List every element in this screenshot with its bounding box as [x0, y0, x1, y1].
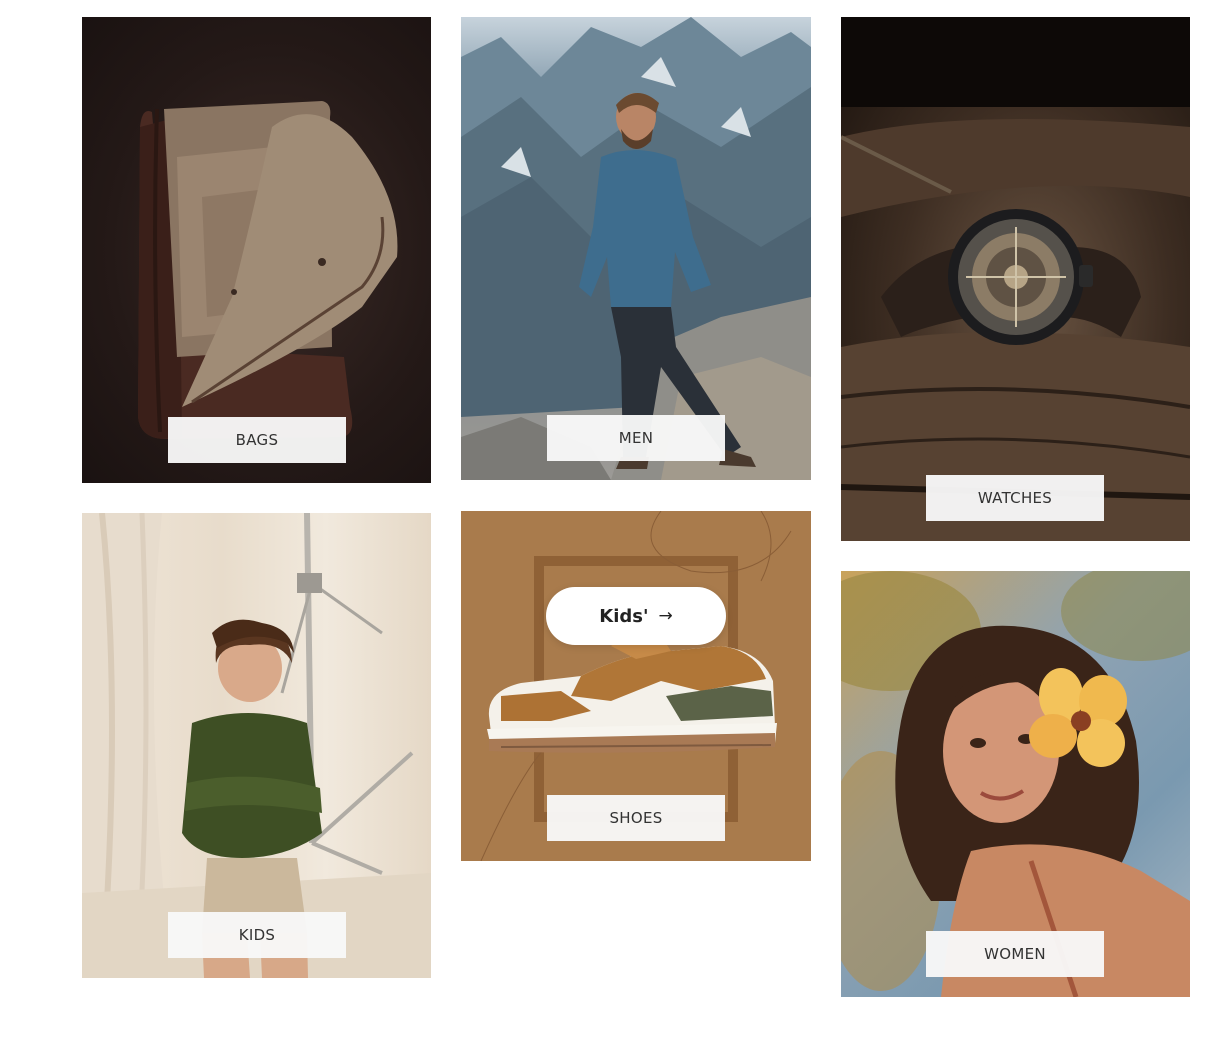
category-label-bags[interactable]: BAGS [168, 417, 346, 463]
category-card-men[interactable]: MEN [461, 17, 811, 480]
category-label-kids[interactable]: KIDS [168, 912, 346, 958]
kids-image [82, 513, 431, 978]
kids-shoes-pill-button[interactable]: Kids' → [546, 587, 726, 645]
men-image [461, 17, 811, 480]
category-card-watches[interactable]: WATCHES [841, 17, 1190, 541]
category-label-watches[interactable]: WATCHES [926, 475, 1104, 521]
category-label-men[interactable]: MEN [547, 415, 725, 461]
arrow-right-icon: → [658, 606, 673, 626]
category-card-kids[interactable]: KIDS [82, 513, 431, 978]
category-card-women[interactable]: WOMEN [841, 571, 1190, 997]
category-card-shoes[interactable]: Kids' → SHOES [461, 511, 811, 861]
watches-image [841, 17, 1190, 541]
kids-pill-label: Kids' [599, 605, 649, 627]
category-label-shoes[interactable]: SHOES [547, 795, 725, 841]
category-card-bags[interactable]: BAGS [82, 17, 431, 483]
category-label-women[interactable]: WOMEN [926, 931, 1104, 977]
bags-image [138, 101, 398, 439]
